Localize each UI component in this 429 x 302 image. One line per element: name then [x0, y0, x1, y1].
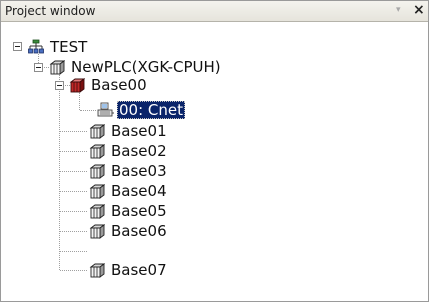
tree-connector	[60, 270, 87, 271]
tree-connector	[60, 171, 87, 172]
tree-node-label: TEST	[50, 38, 88, 56]
tree-connector	[60, 131, 87, 132]
tree-node-label: Base07	[111, 261, 167, 279]
tree-node-label: Base02	[111, 142, 167, 160]
tree-node-label: NewPLC(XGK-CPUH)	[71, 58, 221, 76]
tree-connector	[79, 90, 80, 110]
project-window: Project window ▾ × TEST NewPLC(XGK-CPUH)…	[0, 0, 429, 302]
project-network-icon	[28, 39, 44, 54]
tree-node-label: Base06	[111, 222, 167, 240]
collapse-toggle-base00[interactable]	[55, 81, 64, 90]
tree-connector	[60, 191, 87, 192]
tree-connector	[60, 251, 87, 252]
tree-connector	[60, 211, 87, 212]
tree-connector	[80, 110, 96, 111]
base-rack-icon	[89, 144, 105, 159]
base-rack-icon	[89, 184, 105, 199]
collapse-toggle-project[interactable]	[13, 42, 22, 51]
collapse-toggle-plc[interactable]	[34, 63, 43, 72]
plc-cpu-icon	[49, 60, 65, 75]
base-rack-icon	[89, 263, 105, 278]
tree-connector	[60, 231, 87, 232]
tree-node-label: Base04	[111, 182, 167, 200]
menu-arrow-icon[interactable]: ▾	[396, 5, 401, 15]
base-rack-icon	[89, 224, 105, 239]
base-rack-icon	[89, 164, 105, 179]
tree-node-label: Base01	[111, 122, 167, 140]
tree-node-label: 00: Cnet	[117, 101, 185, 119]
base-rack-icon	[89, 204, 105, 219]
window-title: Project window	[5, 4, 96, 18]
tree-node-label: Base03	[111, 162, 167, 180]
title-bar: Project window ▾ ×	[1, 1, 428, 22]
base-rack-icon	[69, 78, 85, 93]
tree-node-label: Base05	[111, 202, 167, 220]
tree-node-label: Base00	[91, 76, 147, 94]
base-rack-icon	[89, 124, 105, 139]
tree-connector	[60, 151, 87, 152]
cnet-module-icon	[97, 102, 114, 117]
project-tree: TEST NewPLC(XGK-CPUH) Base00 00: Cnet Ba…	[2, 23, 428, 301]
close-icon[interactable]: ×	[413, 2, 425, 18]
